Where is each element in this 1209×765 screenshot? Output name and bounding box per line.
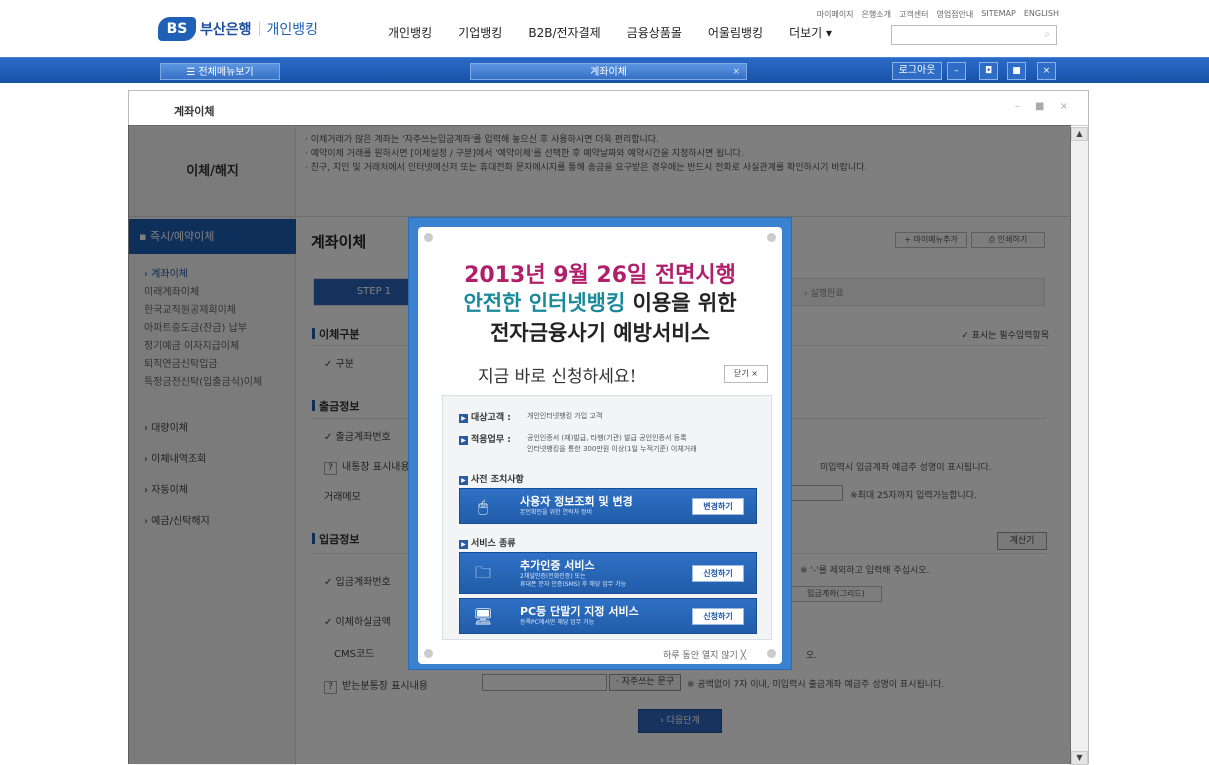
minimize-button[interactable]: – [947, 62, 966, 80]
target-text: 개인인터넷뱅킹 가입 고객 [527, 412, 603, 420]
card-title: 추가인증 서비스 [520, 559, 595, 572]
card-title: PC등 단말기 지정 서비스 [520, 605, 639, 618]
target-label: ▶ 대상고객 : [459, 410, 511, 423]
all-menu-button[interactable]: ☰ 전체메뉴보기 [160, 63, 280, 80]
nav-more[interactable]: 더보기 ▾ [789, 24, 832, 41]
utility-nav: 마이페이지 은행소개 고객센터 영업점안내 SITEMAP ENGLISH [809, 9, 1059, 20]
card-additional-auth: 🗀 추가인증 서비스 2채널인증(전화인증) 또는 휴대폰 문자 인증(SMS) … [459, 552, 757, 594]
logo-bank-name: 부산은행 [200, 22, 252, 38]
card-title: 사용자 정보조회 및 변경 [520, 495, 633, 508]
search-box: ⌕ [891, 25, 1057, 45]
logo-divider [258, 22, 260, 36]
close-all-button[interactable]: × [1037, 62, 1056, 80]
util-sitemap[interactable]: SITEMAP [981, 9, 1016, 20]
service-label: ▶ 서비스 종류 [459, 536, 516, 549]
nav-products[interactable]: 금융상품몰 [627, 24, 682, 41]
window-titlebar: 계좌이체 – ■ × [129, 91, 1088, 126]
logo-section-name: 개인뱅킹 [266, 22, 319, 38]
util-branches[interactable]: 영업점안내 [936, 9, 973, 20]
tab-close-icon[interactable]: × [732, 64, 740, 81]
search-input[interactable] [892, 26, 1032, 44]
popup-close-button[interactable]: 닫기 × [724, 365, 768, 383]
nav-business[interactable]: 기업뱅킹 [458, 24, 502, 41]
card-pc-designation: 🖥 PC등 단말기 지정 서비스 등록PC에서만 해당 업무 가능 신청하기 [459, 598, 757, 634]
scope-label: ▶ 적용업무 : [459, 432, 511, 445]
corner-decoration [767, 649, 776, 658]
logo-bs-mark: BS [158, 17, 196, 41]
scroll-up-icon[interactable]: ▲ [1071, 127, 1088, 141]
util-support[interactable]: 고객센터 [899, 9, 928, 20]
window-title: 계좌이체 [174, 105, 215, 118]
hide-today-link[interactable]: 하루 동안 열지 않기 ╳ [663, 648, 746, 661]
prep-label: ▶ 사전 조치사항 [459, 472, 524, 485]
popup-headline-2: 안전한 인터넷뱅킹 이용을 위한 [463, 291, 737, 315]
popup-body: 2013년 9월 26일 전면시행 안전한 인터넷뱅킹 이용을 위한 전자금융사… [418, 227, 782, 664]
popup-info-box: ▶ 대상고객 : 개인인터넷뱅킹 가입 고객 ▶ 적용업무 : 공인인증서 (재)발… [442, 395, 772, 640]
nav-personal[interactable]: 개인뱅킹 [388, 24, 432, 41]
change-button[interactable]: 변경하기 [692, 498, 744, 515]
popup-headline-3: 전자금융사기 예방서비스 [490, 321, 710, 345]
popup-headline-date: 2013년 9월 26일 전면시행 [464, 263, 736, 288]
top-header: BS 부산은행 개인뱅킹 개인뱅킹 기업뱅킹 B2B/전자결제 금융상품몰 어울… [0, 0, 1209, 57]
logout-button[interactable]: 로그아웃 [892, 62, 942, 80]
util-about[interactable]: 은행소개 [862, 9, 891, 20]
card-desc: 본인확인을 위한 연락처 정비 [520, 509, 592, 516]
window-controls[interactable]: – ■ × [1015, 101, 1074, 112]
nav-together[interactable]: 어울림뱅킹 [708, 24, 763, 41]
tile-button[interactable]: ■ [1007, 62, 1026, 80]
corner-decoration [767, 233, 776, 242]
corner-decoration [424, 649, 433, 658]
folder-plus-icon: 🗀 [474, 563, 491, 582]
apply-button[interactable]: 신청하기 [692, 608, 744, 625]
scroll-down-icon[interactable]: ▼ [1071, 751, 1088, 765]
nav-b2b[interactable]: B2B/전자결제 [528, 24, 600, 41]
card-desc: 2채널인증(전화인증) 또는 휴대폰 문자 인증(SMS) 후 해당 업무 가능 [520, 573, 627, 588]
popup-cta-text: 지금 바로 신청하세요! [478, 367, 637, 387]
apply-button[interactable]: 신청하기 [692, 565, 744, 582]
monitor-lock-icon: 🖥 [472, 607, 494, 626]
window-tab-bar: ☰ 전체메뉴보기 계좌이체 × 로그아웃 – ◘ ■ × [0, 57, 1209, 83]
card-user-info: 🖱 사용자 정보조회 및 변경 본인확인을 위한 연락처 정비 변경하기 [459, 488, 757, 524]
scope-text: 공인인증서 (재)발급, 타행(기관) 발급 공인인증서 등록 인터넷뱅킹을 통한… [527, 434, 697, 453]
bank-logo[interactable]: BS 부산은행 개인뱅킹 [158, 17, 318, 41]
security-popup: 2013년 9월 26일 전면시행 안전한 인터넷뱅킹 이용을 위한 전자금융사… [408, 217, 792, 670]
main-nav: 개인뱅킹 기업뱅킹 B2B/전자결제 금융상품몰 어울림뱅킹 더보기 ▾ [388, 24, 858, 41]
tab-label: 계좌이체 [590, 67, 627, 78]
util-mypage[interactable]: 마이페이지 [817, 9, 854, 20]
util-english[interactable]: ENGLISH [1024, 9, 1059, 20]
corner-decoration [424, 233, 433, 242]
cascade-button[interactable]: ◘ [979, 62, 998, 80]
tab-account-transfer[interactable]: 계좌이체 × [470, 63, 747, 80]
search-icon[interactable]: ⌕ [1044, 29, 1050, 40]
mouse-icon: 🖱 [478, 497, 488, 516]
card-desc: 등록PC에서만 해당 업무 가능 [520, 619, 595, 626]
vertical-scrollbar[interactable]: ▲ ▼ [1070, 127, 1088, 765]
